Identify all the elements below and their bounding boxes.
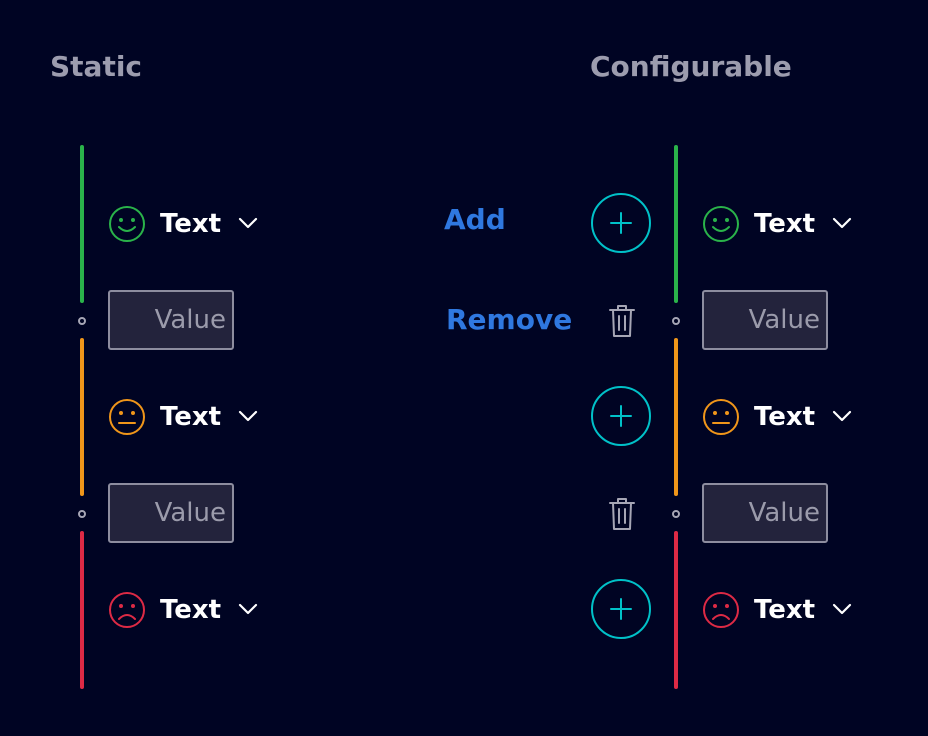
trash-icon[interactable]: [608, 497, 636, 531]
configurable-heading: Configurable: [590, 50, 792, 83]
warn-range-bar: [80, 338, 84, 496]
threshold-value-input[interactable]: Value: [108, 483, 234, 543]
threshold-value-input[interactable]: Value: [108, 290, 234, 350]
plus-icon: [610, 212, 632, 234]
good-range-bar: [80, 145, 84, 303]
smile-icon: [109, 206, 145, 242]
threshold-value-input[interactable]: Value: [702, 290, 828, 350]
status-label: Text: [754, 209, 816, 239]
neutral-face-icon: [109, 399, 145, 435]
smile-icon: [703, 206, 739, 242]
status-label: Text: [160, 209, 222, 239]
chevron-down-icon[interactable]: [832, 217, 852, 229]
plus-icon: [610, 598, 632, 620]
plus-icon: [610, 405, 632, 427]
add-button[interactable]: [591, 579, 651, 639]
trash-icon[interactable]: [608, 304, 636, 338]
chevron-down-icon[interactable]: [238, 410, 258, 422]
frown-icon: [109, 592, 145, 628]
threshold-dot: [78, 510, 86, 518]
remove-annotation: Remove: [446, 303, 573, 336]
status-label: Text: [160, 402, 222, 432]
frown-icon: [703, 592, 739, 628]
bad-range-bar: [80, 531, 84, 689]
status-label: Text: [754, 595, 816, 625]
threshold-dot: [78, 317, 86, 325]
bad-range-bar: [674, 531, 678, 689]
good-range-bar: [674, 145, 678, 303]
neutral-face-icon: [703, 399, 739, 435]
status-label: Text: [754, 402, 816, 432]
status-label: Text: [160, 595, 222, 625]
add-button[interactable]: [591, 193, 651, 253]
warn-range-bar: [674, 338, 678, 496]
add-annotation: Add: [444, 203, 506, 236]
chevron-down-icon[interactable]: [832, 603, 852, 615]
threshold-value-input[interactable]: Value: [702, 483, 828, 543]
add-button[interactable]: [591, 386, 651, 446]
static-heading: Static: [50, 50, 143, 83]
chevron-down-icon[interactable]: [238, 217, 258, 229]
threshold-dot: [672, 510, 680, 518]
chevron-down-icon[interactable]: [832, 410, 852, 422]
chevron-down-icon[interactable]: [238, 603, 258, 615]
threshold-dot: [672, 317, 680, 325]
